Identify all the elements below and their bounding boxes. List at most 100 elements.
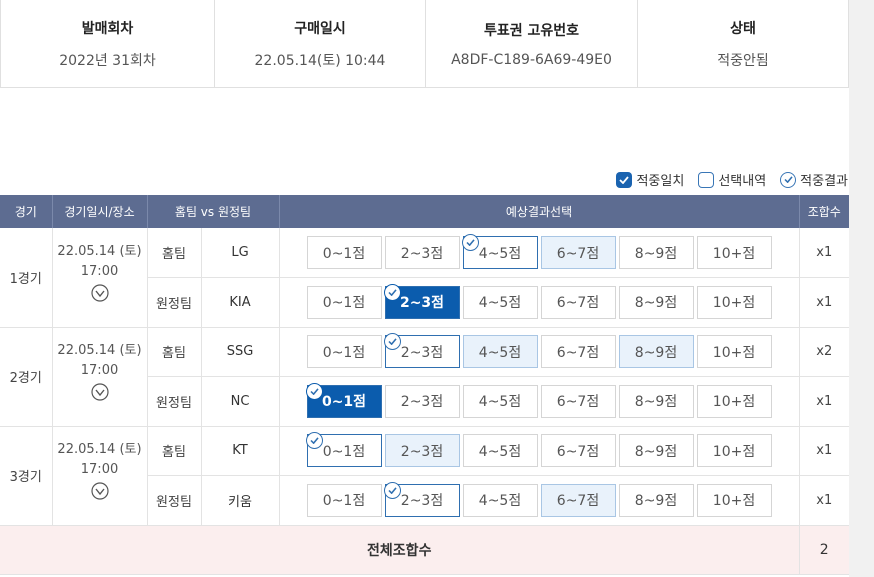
score-option[interactable]: 2~3점	[384, 384, 460, 418]
score-option-label: 10+점	[712, 245, 756, 262]
combo-count: x1	[799, 277, 849, 328]
team-name: SSG	[201, 327, 280, 377]
score-option[interactable]: 6~7점	[540, 483, 616, 517]
score-option[interactable]: 0~1점	[306, 285, 382, 319]
score-option-label: 10+점	[712, 443, 756, 460]
score-option[interactable]: 0~1점	[306, 483, 382, 517]
score-option[interactable]: 0~1점	[305, 432, 382, 468]
score-option-label: 0~1점	[322, 493, 366, 510]
score-option-label: 0~1점	[321, 394, 367, 411]
score-option[interactable]: 10+점	[696, 483, 772, 517]
score-option[interactable]: 8~9점	[618, 236, 694, 269]
score-option[interactable]: 4~5점	[462, 434, 538, 468]
page-scrollbar[interactable]	[849, 0, 874, 577]
score-option-label: 8~9점	[634, 394, 678, 411]
score-option-label: 10+점	[712, 394, 756, 411]
score-option[interactable]: 8~9점	[618, 335, 694, 369]
score-option[interactable]: 8~9점	[618, 434, 694, 468]
summary-ticket-id: 투표권 고유번호 A8DF-C189-6A69-49E0	[426, 0, 638, 87]
header-combo: 조합수	[799, 195, 849, 228]
game-datetime: 22.05.14 (토) 17:00	[52, 228, 148, 328]
score-option[interactable]: 2~3점	[383, 481, 460, 517]
result-check-icon	[383, 283, 401, 301]
score-option[interactable]: 10+점	[696, 384, 772, 418]
score-option-label: 4~5점	[478, 394, 522, 411]
team-type: 홈팀	[147, 228, 202, 278]
location-pin-icon[interactable]	[90, 482, 109, 511]
ticket-summary: 발매회차 2022년 31회차 구매일시 22.05.14(토) 10:44 투…	[0, 0, 849, 88]
location-pin-icon[interactable]	[90, 284, 109, 313]
score-option[interactable]: 4~5점	[462, 285, 538, 319]
summary-ticket-id-value: A8DF-C189-6A69-49E0	[451, 51, 612, 68]
score-option[interactable]: 6~7점	[540, 335, 616, 369]
summary-round: 발매회차 2022년 31회차	[1, 0, 215, 87]
score-option-label: 4~5점	[478, 295, 522, 312]
score-option[interactable]: 8~9점	[618, 384, 694, 418]
score-option-label: 2~3점	[400, 443, 444, 460]
check-circle-icon	[780, 171, 797, 188]
prediction-options: 0~1점 2~3점 4~5점 6~7점 8~9점 10+점	[279, 228, 800, 278]
score-option[interactable]: 4~5점	[462, 335, 538, 369]
game-time: 17:00	[80, 263, 119, 279]
score-option[interactable]: 0~1점	[306, 335, 382, 369]
location-pin-icon[interactable]	[90, 383, 109, 412]
score-option[interactable]: 2~3점	[384, 236, 460, 269]
team-type: 홈팀	[147, 426, 202, 476]
game-name: 1경기	[0, 228, 53, 328]
table-row: 3경기 22.05.14 (토) 17:00 홈팀 KT 0~1점 2~3점 4~5점 6…	[0, 426, 849, 526]
result-check-icon	[305, 432, 323, 450]
score-option[interactable]: 6~7점	[540, 434, 616, 468]
score-option-label: 4~5점	[478, 344, 522, 361]
score-option[interactable]: 4~5점	[461, 234, 538, 269]
score-option[interactable]: 4~5점	[462, 483, 538, 517]
selected-box-icon	[698, 171, 715, 188]
score-option[interactable]: 8~9점	[618, 483, 694, 517]
score-option-label: 4~5점	[478, 443, 522, 460]
team-name: KIA	[201, 277, 280, 328]
score-option-label: 2~3점	[400, 493, 444, 510]
game-name: 2경기	[0, 327, 53, 427]
score-option[interactable]: 4~5점	[462, 384, 538, 418]
game-datetime: 22.05.14 (토) 17:00	[52, 327, 148, 427]
game-time: 17:00	[80, 462, 119, 477]
score-option[interactable]: 10+점	[696, 335, 772, 369]
score-option-label: 6~7점	[556, 493, 600, 510]
score-option[interactable]: 2~3점	[383, 333, 460, 369]
result-check-icon	[383, 333, 401, 351]
team-name: KT	[201, 426, 280, 476]
prediction-options: 0~1점 2~3점 4~5점 6~7점 8~9점 10+점	[279, 376, 800, 427]
score-option[interactable]: 6~7점	[540, 236, 616, 269]
team-name: LG	[201, 228, 280, 278]
legend: 적중일치 선택내역 적중결과	[602, 170, 848, 189]
score-option[interactable]: 8~9점	[618, 285, 694, 319]
score-option-label: 0~1점	[322, 295, 366, 312]
score-option[interactable]: 10+점	[696, 236, 772, 269]
score-option[interactable]: 0~1점	[306, 236, 382, 269]
result-check-icon	[461, 234, 479, 251]
score-option-label: 0~1점	[322, 245, 366, 262]
total-value: 2	[799, 525, 849, 575]
score-option-label: 0~1점	[322, 443, 366, 460]
score-option[interactable]: 6~7점	[540, 285, 616, 319]
team-name: NC	[201, 376, 280, 427]
legend-result-label: 적중결과	[800, 174, 848, 189]
team-name: 키움	[201, 475, 280, 526]
prediction-options: 0~1점 2~3점 4~5점 6~7점 8~9점 10+점	[279, 475, 800, 526]
score-option-label: 8~9점	[634, 493, 678, 510]
score-option[interactable]: 10+점	[696, 434, 772, 468]
summary-round-header: 발매회차	[81, 20, 134, 37]
game-time: 17:00	[80, 363, 119, 378]
score-option-label: 10+점	[712, 295, 756, 312]
combo-count: x1	[799, 426, 849, 476]
score-option[interactable]: 6~7점	[540, 384, 616, 418]
score-option[interactable]: 2~3점	[383, 283, 460, 319]
header-prediction: 예상결과선택	[279, 195, 800, 228]
check-solid-icon	[616, 171, 633, 188]
summary-status: 상태 적중안됨	[638, 0, 848, 87]
combo-count: x2	[799, 327, 849, 377]
legend-result: 적중결과	[780, 170, 848, 189]
score-option[interactable]: 2~3점	[384, 434, 460, 468]
score-option[interactable]: 10+점	[696, 285, 772, 319]
score-option[interactable]: 0~1점	[305, 382, 382, 418]
result-check-icon	[305, 382, 323, 400]
